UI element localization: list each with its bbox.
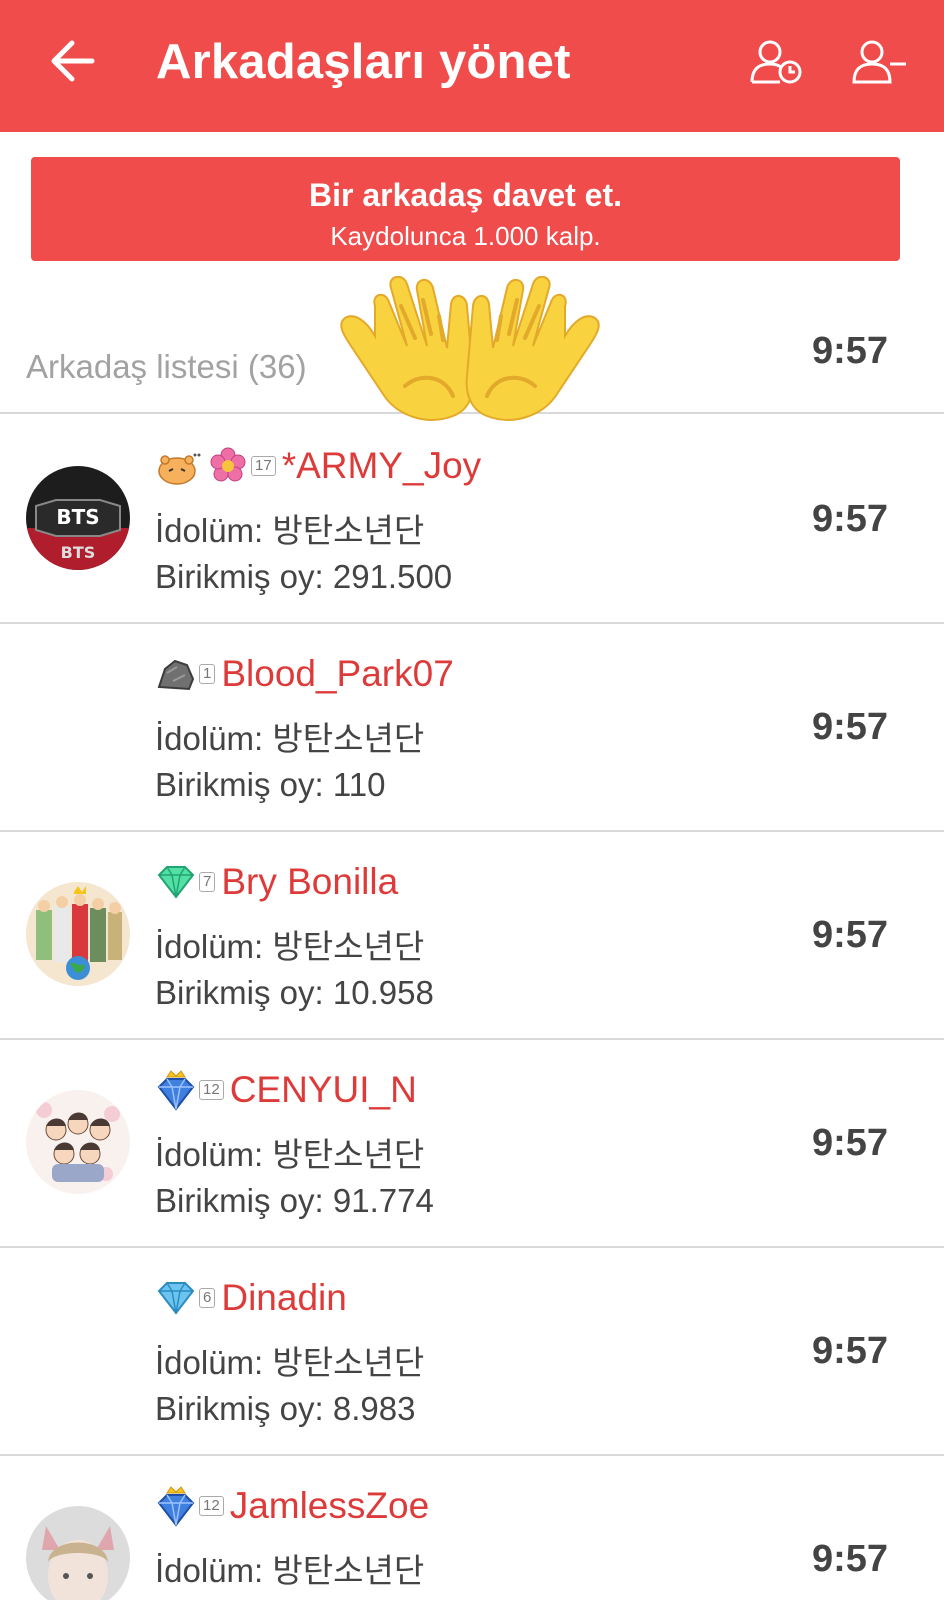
votes-label: Birikmiş oy:	[155, 1182, 324, 1219]
friend-name-line: 12 JamlessZoe	[155, 1476, 429, 1536]
idol-label: İdolüm:	[155, 1136, 264, 1173]
app-bar: Arkadaşları yönet	[0, 0, 944, 132]
invite-friend-banner[interactable]: Bir arkadaş davet et. Kaydolunca 1.000 k…	[31, 157, 900, 261]
votes-line: Birikmiş oy: 8.983	[155, 1390, 415, 1428]
friend-row[interactable]: 1 Blood_Park07 İdolüm: 방탄소년단 Birikmiş oy…	[0, 624, 944, 832]
friend-row[interactable]: BTS BTS 17 *ARMY_Joy İdolüm: 방탄소년단 Birik…	[0, 416, 944, 624]
friend-name[interactable]: Dinadin	[221, 1277, 346, 1319]
idol-line: İdolüm: 방탄소년단	[155, 504, 424, 552]
idol-value: 방탄소년단	[272, 512, 425, 549]
votes-line: Birikmiş oy: 91.774	[155, 1182, 434, 1220]
votes-value: 10.958	[332, 974, 434, 1011]
idol-value: 방탄소년단	[272, 1344, 425, 1381]
idol-line: İdolüm: 방탄소년단	[155, 1128, 424, 1176]
idol-label: İdolüm:	[155, 720, 264, 757]
friend-name[interactable]: *ARMY_Joy	[282, 445, 481, 487]
avatar: BTS BTS	[26, 466, 130, 570]
avatar	[26, 882, 130, 986]
avatar	[26, 1090, 130, 1194]
blue-diamond-badge-icon	[157, 1282, 195, 1315]
votes-label: Birikmiş oy:	[155, 974, 324, 1011]
row-time: 9:57	[811, 706, 888, 748]
friend-name-line: 1 Blood_Park07	[155, 644, 454, 704]
idol-label: İdolüm:	[155, 512, 264, 549]
friend-name[interactable]: Bry Bonilla	[221, 861, 398, 903]
svg-text:BTS: BTS	[56, 505, 99, 529]
row-time: 9:57	[811, 1122, 888, 1164]
green-diamond-badge-icon	[157, 866, 195, 899]
idol-line: İdolüm: 방탄소년단	[155, 1336, 424, 1384]
raising-hands-emoji	[340, 276, 600, 421]
blue-crown-diamond-badge-icon	[157, 1486, 195, 1527]
level-badge: 17	[251, 456, 276, 476]
idol-value: 방탄소년단	[272, 720, 425, 757]
avatar	[26, 1506, 130, 1600]
level-badge: 12	[199, 1496, 224, 1516]
svg-text:BTS: BTS	[61, 543, 96, 562]
invite-title: Bir arkadaş davet et.	[308, 177, 623, 213]
remove-friend-button[interactable]	[846, 30, 910, 94]
votes-value: 8.983	[332, 1390, 416, 1427]
friend-name-line: 12 CENYUI_N	[155, 1060, 417, 1120]
friend-row[interactable]: 12 JamlessZoe İdolüm: 방탄소년단 9:57	[0, 1456, 944, 1600]
pending-requests-button[interactable]	[746, 30, 810, 94]
idol-value: 방탄소년단	[272, 1552, 425, 1589]
row-time: 9:57	[811, 498, 888, 540]
votes-label: Birikmiş oy:	[155, 558, 324, 595]
page-title: Arkadaşları yönet	[156, 35, 571, 89]
idol-line: İdolüm: 방탄소년단	[155, 1544, 424, 1592]
friend-name[interactable]: CENYUI_N	[230, 1069, 417, 1111]
friend-name[interactable]: Blood_Park07	[221, 653, 453, 695]
row-time: 9:57	[811, 1538, 888, 1580]
level-badge: 6	[199, 1288, 216, 1308]
friend-list-header: Arkadaş listesi (36) 9:57	[0, 262, 944, 421]
friend-count-label: Arkadaş listesi (36)	[26, 348, 307, 385]
level-badge: 12	[199, 1080, 224, 1100]
invite-subtitle: Kaydolunca 1.000 kalp.	[330, 221, 601, 251]
row-time: 9:57	[811, 1330, 888, 1372]
user-minus-icon	[852, 40, 906, 84]
stone-badge-icon	[157, 659, 195, 691]
back-button[interactable]	[42, 30, 106, 94]
idol-label: İdolüm:	[155, 1552, 264, 1589]
idol-label: İdolüm:	[155, 928, 264, 965]
friend-row[interactable]: 12 CENYUI_N İdolüm: 방탄소년단 Birikmiş oy: 9…	[0, 1040, 944, 1248]
friend-name-line: 17 *ARMY_Joy	[155, 436, 481, 496]
idol-value: 방탄소년단	[272, 928, 425, 965]
friend-name-line: 7 Bry Bonilla	[155, 852, 398, 912]
votes-value: 91.774	[332, 1182, 434, 1219]
idol-line: İdolüm: 방탄소년단	[155, 920, 424, 968]
votes-value: 291.500	[332, 558, 453, 595]
list-header-time: 9:57	[811, 330, 888, 372]
arrow-left-icon	[51, 40, 95, 82]
idol-label: İdolüm:	[155, 1344, 264, 1381]
votes-value: 110	[332, 766, 386, 803]
votes-label: Birikmiş oy:	[155, 1390, 324, 1427]
hamster-icon	[158, 453, 201, 485]
friend-row[interactable]: 7 Bry Bonilla İdolüm: 방탄소년단 Birikmiş oy:…	[0, 832, 944, 1040]
user-clock-icon	[750, 40, 802, 84]
pink-flower-badge-icon	[210, 447, 246, 482]
row-time: 9:57	[811, 914, 888, 956]
friend-name-line: 6 Dinadin	[155, 1268, 347, 1328]
votes-label: Birikmiş oy:	[155, 766, 324, 803]
friend-name[interactable]: JamlessZoe	[230, 1485, 429, 1527]
votes-line: Birikmiş oy: 291.500	[155, 558, 452, 596]
level-badge: 1	[199, 664, 216, 684]
votes-line: Birikmiş oy: 10.958	[155, 974, 434, 1012]
idol-line: İdolüm: 방탄소년단	[155, 712, 424, 760]
blue-crown-diamond-badge-icon	[157, 1070, 195, 1111]
idol-value: 방탄소년단	[272, 1136, 425, 1173]
friend-row[interactable]: 6 Dinadin İdolüm: 방탄소년단 Birikmiş oy: 8.9…	[0, 1248, 944, 1456]
level-badge: 7	[199, 872, 216, 892]
votes-line: Birikmiş oy: 110	[155, 766, 385, 804]
